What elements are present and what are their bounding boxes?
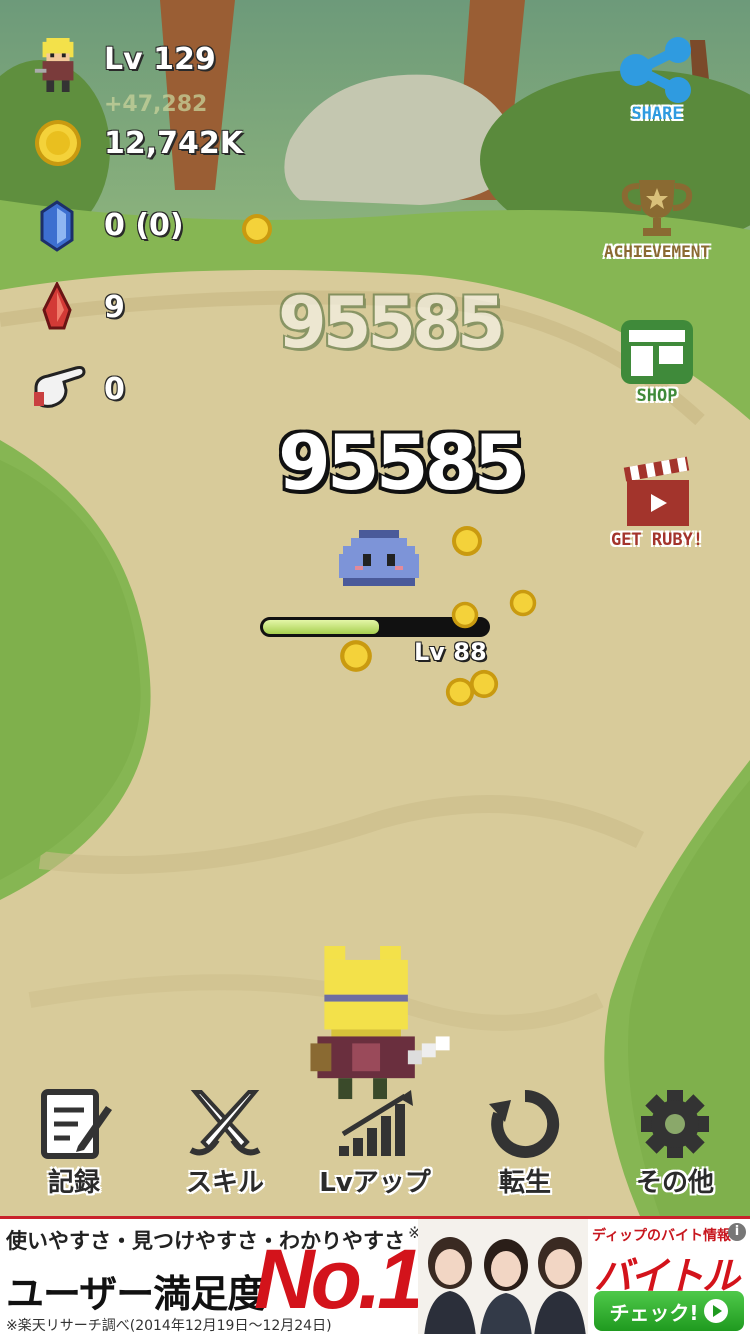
ad-headline: ユーザー満足度 <box>6 1272 265 1316</box>
hero-level: Lv 129 <box>104 42 216 77</box>
play-circle-icon <box>703 1299 728 1323</box>
gold-coin-icon <box>35 120 81 166</box>
slime-enemy[interactable] <box>338 530 420 586</box>
ruby-count: 9 <box>104 290 125 325</box>
records-label: 記録 <box>47 1168 100 1198</box>
damage-number-fading: 95585 <box>278 282 506 364</box>
bar-growth-arrow-icon <box>339 1090 413 1156</box>
crystal-icon <box>40 200 74 252</box>
other-button[interactable]: その他 <box>610 1088 740 1199</box>
rebirth-button[interactable]: 転生 <box>460 1088 590 1199</box>
game-scene[interactable]: Lv 129 +47,282 12,742K 0 (0) 9 0 SHARE A… <box>0 0 750 1216</box>
get-ruby-button[interactable]: GET RUBY! <box>597 456 717 550</box>
get-ruby-label: GET RUBY! <box>610 530 704 550</box>
dropped-coin-icon[interactable] <box>338 638 374 674</box>
dropped-coin-icon[interactable] <box>450 524 484 558</box>
dropped-coin-icon[interactable] <box>444 676 476 708</box>
dropped-coin-icon[interactable] <box>240 212 274 246</box>
ruby-icon <box>42 282 72 330</box>
level-up-button[interactable]: Lvアップ <box>310 1088 440 1199</box>
damage-number: 95585 <box>278 418 526 507</box>
ad-check-button[interactable]: チェック! <box>594 1291 744 1331</box>
shop-label: SHOP <box>636 386 678 406</box>
ad-brand-small: ディップのバイト情報 <box>592 1228 732 1244</box>
skill-label: スキル <box>185 1168 264 1198</box>
skill-button[interactable]: スキル <box>160 1088 290 1199</box>
share-button[interactable]: SHARE <box>597 36 717 124</box>
hero-portrait-icon <box>34 38 74 92</box>
records-button[interactable]: 記録 <box>9 1088 139 1199</box>
dropped-coin-icon[interactable] <box>450 600 480 630</box>
ad-brand-panel[interactable]: ディップのバイト情報 バイトル チェック! i <box>588 1219 750 1334</box>
level-up-label: Lvアップ <box>319 1168 431 1198</box>
video-clapper-icon <box>623 456 690 526</box>
gear-icon <box>641 1090 709 1158</box>
gold-amount: 12,742K <box>104 126 244 161</box>
circular-arrow-icon <box>489 1089 560 1158</box>
ad-check-label: チェック! <box>609 1300 699 1325</box>
shop-button[interactable]: SHOP <box>597 318 717 406</box>
trophy-icon <box>621 180 693 236</box>
shop-icon <box>621 320 693 384</box>
share-label: SHARE <box>631 104 683 124</box>
hero-character <box>310 946 450 1100</box>
ad-models-image <box>418 1219 588 1334</box>
tap-count: 0 <box>104 372 125 407</box>
rebirth-label: 転生 <box>498 1168 551 1198</box>
crossed-swords-icon <box>189 1090 261 1156</box>
achievement-button[interactable]: ACHIEVEMENT <box>597 176 717 261</box>
ad-no1: No.1 <box>254 1232 424 1326</box>
other-label: その他 <box>635 1168 714 1198</box>
pointing-hand-icon <box>34 366 86 408</box>
level-gain: +47,282 <box>104 92 208 117</box>
enemy-hp-fill <box>263 620 380 634</box>
enemy-level: Lv 88 <box>414 638 487 666</box>
ad-banner[interactable]: 使いやすさ・見つけやすさ・わかりやすさ ※ ユーザー満足度 No.1 ※楽天リサ… <box>0 1216 750 1334</box>
notepad-pen-icon <box>41 1089 112 1159</box>
ad-info-icon[interactable]: i <box>728 1223 746 1241</box>
dropped-coin-icon[interactable] <box>508 588 538 618</box>
achievement-label: ACHIEVEMENT <box>604 242 710 261</box>
share-icon <box>620 37 691 103</box>
ad-footnote: ※楽天リサーチ調べ(2014年12月19日〜12月24日) <box>6 1318 332 1334</box>
crystal-count: 0 (0) <box>104 208 184 243</box>
